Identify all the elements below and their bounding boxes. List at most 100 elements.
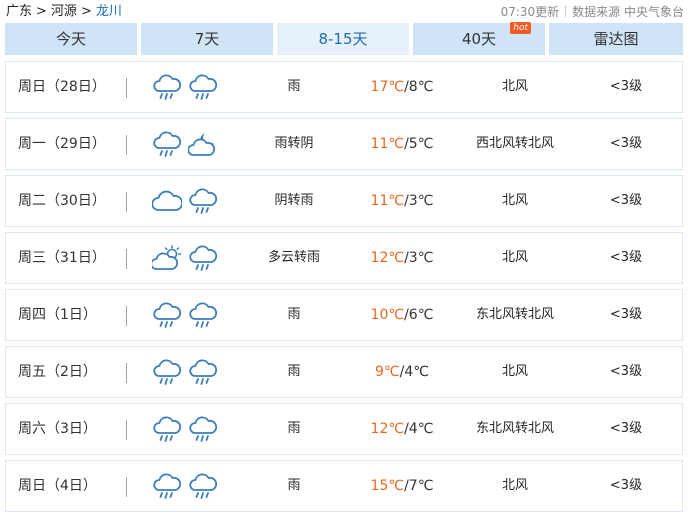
- breadcrumb-city[interactable]: 河源: [51, 4, 77, 19]
- tab-label: 8-15天: [318, 30, 368, 48]
- forecast-row: 周日（4日） 雨 15℃/7℃ 北风 <3级: [5, 460, 683, 512]
- forecast-day: 周日（28日）: [18, 79, 106, 95]
- forecast-row: 周四（1日） 雨 10℃/6℃ 东北风转北风 <3级: [5, 289, 683, 341]
- weather-icons: [152, 131, 222, 159]
- wind-level: <3级: [609, 421, 643, 436]
- weather-condition: 多云转雨: [267, 250, 320, 265]
- temperature: 12℃/3℃: [356, 233, 448, 283]
- tab-today[interactable]: 今天: [5, 23, 137, 55]
- divider: [126, 363, 127, 383]
- low-temp: /3℃: [404, 250, 434, 266]
- wind-direction: 北风: [501, 193, 528, 208]
- tab-7-days[interactable]: 7天: [141, 23, 273, 55]
- wind-direction: 北风: [501, 478, 528, 493]
- data-source: 数据来源 中央气象台: [572, 5, 684, 19]
- forecast-day: 周五（2日）: [18, 364, 97, 380]
- temperature: 11℃/3℃: [356, 176, 448, 226]
- update-time: 07:30更新: [500, 5, 560, 19]
- tab-8-15-days[interactable]: 8-15天: [277, 23, 409, 55]
- weather-icons: [152, 302, 222, 330]
- tab-label: 今天: [55, 30, 86, 48]
- tab-label: 40天: [461, 30, 497, 48]
- temperature: 12℃/4℃: [356, 404, 448, 454]
- low-temp: /6℃: [404, 307, 434, 323]
- temperature: 15℃/7℃: [356, 461, 448, 511]
- forecast-day: 周日（4日）: [18, 478, 97, 494]
- wind-level: <3级: [609, 307, 643, 322]
- high-temp: 12℃: [370, 250, 405, 266]
- divider: [126, 78, 127, 98]
- weather-condition: 阴转雨: [274, 193, 314, 208]
- weather-icons: [152, 245, 222, 273]
- high-temp: 11℃: [370, 193, 405, 209]
- forecast-day: 周四（1日）: [18, 307, 97, 323]
- high-temp: 10℃: [370, 307, 405, 323]
- divider: [126, 420, 127, 440]
- forecast-row: 周一（29日） 雨转阴 11℃/5℃ 西北风转北风 <3级: [5, 118, 683, 170]
- forecast-list: 周日（28日）雨 17℃/8℃ 北风 <3级 周一（29日） 雨转阴 11℃/5℃ 西北风转北…: [5, 61, 683, 517]
- weather-icons: [152, 74, 222, 102]
- wind-direction: 东北风转北风: [475, 307, 554, 322]
- wind-direction: 北风: [501, 79, 528, 94]
- forecast-row: 周日（28日） 雨 17℃/8℃ 北风 <3级: [5, 61, 683, 113]
- low-temp: /4℃: [399, 364, 429, 380]
- wind-direction: 西北风转北风: [475, 136, 554, 151]
- wind-direction: 东北风转北风: [475, 421, 554, 436]
- temperature: 11℃/5℃: [356, 119, 448, 169]
- wind-direction: 北风: [501, 364, 528, 379]
- forecast-row: 周二（30日） 阴转雨 11℃/3℃ 北风 <3级: [5, 175, 683, 227]
- breadcrumb-county: 龙川: [95, 4, 122, 19]
- low-temp: /4℃: [404, 421, 434, 437]
- weather-condition: 雨: [287, 421, 301, 436]
- breadcrumb-province[interactable]: 广东: [6, 4, 32, 19]
- wind-level: <3级: [609, 79, 643, 94]
- tab-radar[interactable]: 雷达图: [549, 23, 683, 55]
- weather-condition: 雨: [287, 364, 301, 379]
- weather-icons: [152, 359, 222, 387]
- divider: [565, 5, 567, 17]
- wind-level: <3级: [609, 250, 643, 265]
- temperature: 17℃/8℃: [356, 62, 448, 112]
- wind-direction: 北风: [501, 250, 528, 265]
- divider: [126, 135, 127, 155]
- weather-icons: [152, 188, 222, 216]
- breadcrumb-separator: >: [80, 4, 92, 19]
- breadcrumb: 广东 > 河源 > 龙川: [6, 3, 122, 21]
- forecast-day: 周三（31日）: [18, 250, 106, 266]
- tab-label: 7天: [194, 30, 220, 48]
- high-temp: 12℃: [370, 421, 405, 437]
- forecast-row: 周六（3日） 雨 12℃/4℃ 东北风转北风 <3级: [5, 403, 683, 455]
- forecast-day: 周一（29日）: [18, 136, 106, 152]
- update-info: 07:30更新 数据来源 中央气象台: [501, 3, 684, 21]
- weather-icons: [152, 416, 222, 444]
- high-temp: 15℃: [370, 478, 405, 494]
- divider: [126, 192, 127, 212]
- tab-40-days[interactable]: 40天 hot: [413, 22, 545, 55]
- temperature: 10℃/6℃: [356, 290, 448, 340]
- weather-condition: 雨: [287, 478, 301, 493]
- wind-level: <3级: [609, 136, 643, 151]
- high-temp: 11℃: [370, 136, 405, 152]
- tab-label: 雷达图: [593, 30, 639, 48]
- high-temp: 17℃: [370, 79, 405, 95]
- forecast-row: 周三（31日） 多云转雨 12℃/3℃ 北风 <3级: [5, 232, 683, 284]
- divider: [126, 249, 127, 269]
- wind-level: <3级: [609, 193, 643, 208]
- high-temp: 9℃: [375, 364, 400, 380]
- weather-icons: [152, 473, 222, 501]
- wind-level: <3级: [609, 478, 643, 493]
- forecast-row: 周五（2日） 雨 9℃/4℃ 北风 <3级: [5, 346, 683, 398]
- weather-condition: 雨转阴: [274, 136, 314, 151]
- wind-level: <3级: [609, 364, 643, 379]
- divider: [126, 477, 127, 497]
- low-temp: /5℃: [404, 136, 434, 152]
- divider: [126, 306, 127, 326]
- forecast-day: 周二（30日）: [18, 193, 106, 209]
- low-temp: /3℃: [404, 193, 434, 209]
- weather-condition: 雨: [287, 79, 301, 94]
- forecast-tabs: 今天 7天 8-15天 40天 hot 雷达图: [5, 22, 683, 55]
- hot-badge: hot: [510, 22, 531, 34]
- temperature: 9℃/4℃: [356, 347, 448, 397]
- low-temp: /8℃: [404, 79, 434, 95]
- low-temp: /7℃: [404, 478, 434, 494]
